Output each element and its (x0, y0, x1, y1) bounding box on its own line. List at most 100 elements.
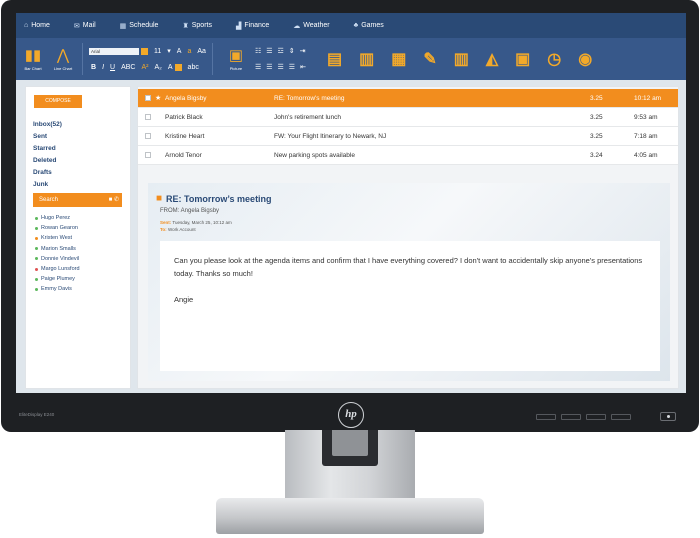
monitor-button[interactable] (561, 414, 581, 420)
justify-icon[interactable]: ☰ (289, 63, 295, 71)
bar-chart-button[interactable]: ▮▮ Bar Chart (20, 47, 46, 71)
reading-meta: Sent: Tuesday, March 25, 10:12 am To: Wo… (160, 220, 232, 232)
nav-home[interactable]: ⌂ Home (24, 22, 50, 29)
stand-slot-inner (332, 430, 368, 456)
superscript-icon[interactable]: A² (141, 64, 148, 71)
highlight-icon[interactable]: A (168, 64, 173, 71)
outdent-icon[interactable]: ⇤ (300, 63, 306, 71)
clear-format-icon[interactable]: abc (188, 64, 199, 71)
power-icon[interactable] (660, 412, 676, 421)
message-body: Can you please look at the agenda items … (160, 241, 660, 371)
trophy-icon: ♜ (182, 22, 189, 30)
message-row[interactable]: ★ Angela Bigsby RE: Tomorrow's meeting 3… (138, 89, 678, 108)
games-icon: ♣ (353, 22, 359, 29)
font-size-dropdown-icon[interactable]: ▾ (167, 47, 171, 55)
folder-inbox[interactable]: Inbox(52) (33, 119, 62, 131)
align-left-icon[interactable]: ☰ (255, 63, 261, 71)
highlight-color-swatch[interactable] (174, 63, 182, 71)
folder-sent[interactable]: Sent (33, 131, 62, 143)
line-chart-button[interactable]: ⋀ Line Chart (50, 47, 76, 71)
nav-schedule[interactable]: ▦ Schedule (120, 22, 159, 30)
contact-item[interactable]: Marion Smalls (35, 244, 80, 254)
line-spacing-icon[interactable]: ⇕ (289, 47, 295, 55)
message-row[interactable]: Arnold Tenor New parking spots available… (138, 146, 678, 165)
message-from: Patrick Black (165, 114, 203, 121)
contact-search[interactable]: Search ■ ✆ (33, 193, 122, 207)
folder-starred[interactable]: Starred (33, 143, 62, 155)
status-dot (35, 247, 38, 251)
nav-mail[interactable]: ✉ Mail (74, 22, 96, 30)
folder-junk[interactable]: Junk (33, 179, 62, 191)
shrink-font-icon[interactable]: a (187, 48, 191, 55)
chart-icon[interactable]: ◭ (486, 49, 498, 69)
screen: ⌂ Home ✉ Mail ▦ Schedule ♜ Sports ▟ Finance ☁… (16, 13, 686, 393)
star-icon[interactable]: ★ (155, 89, 161, 108)
font-name-select[interactable]: Arial (89, 47, 139, 55)
align-right-icon[interactable]: ☰ (278, 63, 284, 71)
font-size-select[interactable]: 11 (154, 48, 161, 55)
calendar-icon[interactable]: ▦ (391, 49, 406, 69)
briefcase-icon[interactable]: ▣ (515, 49, 530, 69)
folder-drafts[interactable]: Drafts (33, 167, 62, 179)
monitor-button[interactable] (611, 414, 631, 420)
bold-icon[interactable]: B (91, 64, 96, 71)
message-time: 9:53 am (634, 114, 658, 121)
compass-icon[interactable]: ◉ (578, 49, 592, 69)
strikethrough-icon[interactable]: ABC (121, 64, 135, 71)
contact-name: Donnie Vindevil (41, 255, 80, 262)
font-color-swatch[interactable] (141, 47, 148, 55)
message-body-text: Can you please look at the agenda items … (174, 256, 643, 278)
clock-icon[interactable]: ◷ (547, 49, 561, 69)
message-row[interactable]: Kristine Heart FW: Your Flight Itinerary… (138, 127, 678, 146)
contact-item[interactable]: Emmy Davis (35, 284, 80, 294)
video-call-icon[interactable]: ■ ✆ (109, 193, 119, 207)
message-time: 7:18 am (634, 133, 658, 140)
contact-item[interactable]: Kristen West (35, 233, 80, 243)
picture-button[interactable]: ▣ Picture (223, 47, 249, 71)
contact-item[interactable]: Hugo Perez (35, 213, 80, 223)
message-checkbox[interactable] (145, 95, 151, 101)
app-icons-group: ▤ ▥ ▦ ✎ ▥ ◭ ▣ ◷ ◉ (327, 49, 609, 69)
monitor-button[interactable] (586, 414, 606, 420)
message-row[interactable]: Patrick Black John's retirement lunch 3.… (138, 108, 678, 127)
multilevel-list-icon[interactable]: ☲ (278, 47, 284, 55)
contact-item[interactable]: Margo Lunsford (35, 264, 80, 274)
trash-icon[interactable]: ▥ (454, 49, 469, 69)
nav-weather[interactable]: ☁ Weather (293, 22, 329, 30)
home-icon: ⌂ (24, 22, 29, 29)
monitor-button[interactable] (536, 414, 556, 420)
indent-icon[interactable]: ⇥ (300, 47, 306, 55)
nav-label: Weather (303, 22, 330, 29)
underline-icon[interactable]: U (110, 64, 115, 71)
nav-games[interactable]: ♣ Games (354, 22, 384, 29)
paragraph-group: ☷ ☰ ☲ ⇕ ⇥ ☰ ☰ ☰ ☰ ⇤ (255, 43, 311, 75)
grow-font-icon[interactable]: A (177, 48, 182, 55)
clipboard-icon[interactable]: ▤ (327, 49, 342, 69)
numbered-list-icon[interactable]: ☰ (266, 47, 272, 55)
message-checkbox[interactable] (145, 152, 151, 158)
to-value: Work Account (167, 227, 196, 232)
nav-label: Games (361, 22, 384, 29)
italic-icon[interactable]: I (102, 64, 104, 71)
contact-item[interactable]: Donnie Vindevil (35, 254, 80, 264)
nav-sports[interactable]: ♜ Sports (182, 22, 212, 30)
pencil-icon[interactable]: ✎ (423, 49, 436, 69)
change-case-icon[interactable]: Aa (197, 48, 206, 55)
bullet-list-icon[interactable]: ☷ (255, 47, 261, 55)
message-checkbox[interactable] (145, 114, 151, 120)
status-dot (35, 236, 38, 240)
contact-item[interactable]: Paige Plumey (35, 274, 80, 284)
address-book-icon[interactable]: ▥ (359, 49, 374, 69)
compose-button[interactable]: COMPOSE (34, 95, 82, 108)
bar-chart-label: Bar Chart (24, 66, 42, 71)
nav-finance[interactable]: ▟ Finance (236, 22, 269, 30)
align-center-icon[interactable]: ☰ (266, 63, 272, 71)
message-time: 4:05 am (634, 152, 658, 159)
contact-item[interactable]: Rowan Gearon (35, 223, 80, 233)
message-checkbox[interactable] (145, 133, 151, 139)
message-size: 3.25 (590, 133, 603, 140)
message-subject: FW: Your Flight Itinerary to Newark, NJ (274, 133, 387, 140)
folder-deleted[interactable]: Deleted (33, 155, 62, 167)
nav-label: Finance (244, 22, 270, 29)
subscript-icon[interactable]: A₂ (154, 64, 161, 71)
